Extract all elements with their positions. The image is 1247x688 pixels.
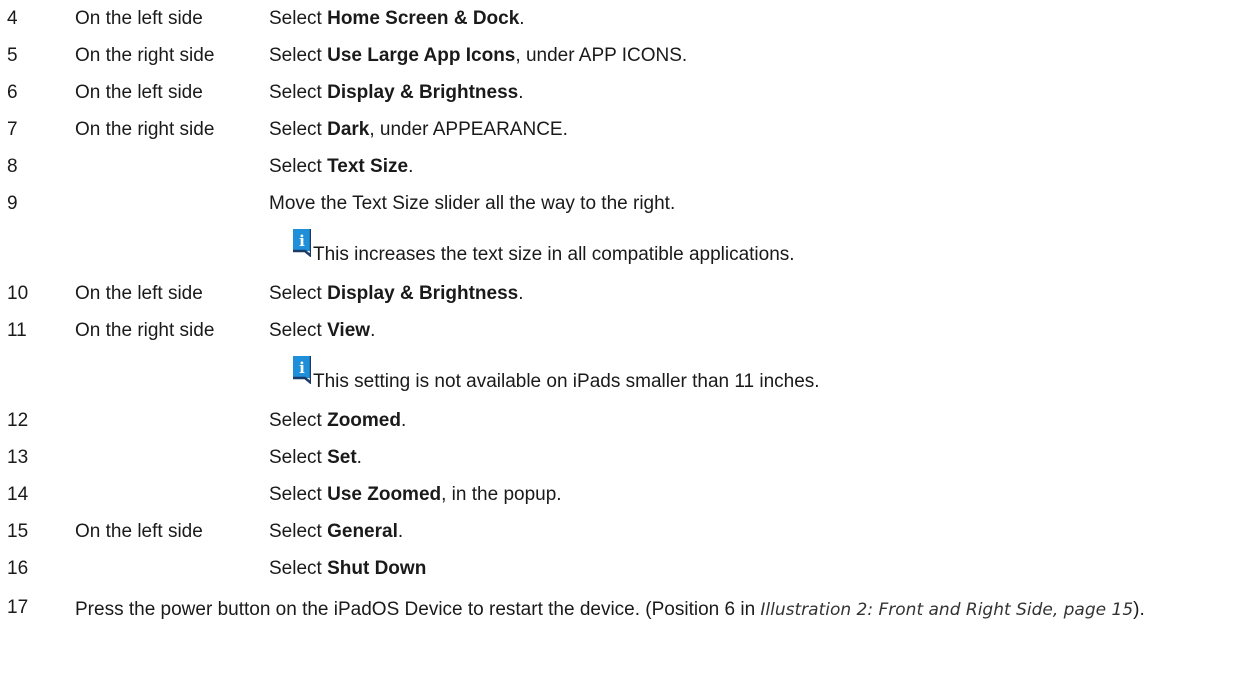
cross-reference-link[interactable]: Illustration 2: Front and Right Side, pa… bbox=[760, 600, 1133, 620]
step-number: 17 bbox=[7, 597, 29, 618]
step-instruction: Select Home Screen & Dock. bbox=[269, 8, 525, 29]
step-row: 10 On the left side Select Display & Bri… bbox=[0, 275, 1247, 312]
step-number: 16 bbox=[7, 558, 29, 579]
step-row: 5 On the right side Select Use Large App… bbox=[0, 37, 1247, 74]
step-side: On the left side bbox=[75, 283, 203, 304]
svg-text:i: i bbox=[299, 359, 305, 377]
step-number: 14 bbox=[7, 484, 29, 505]
step-instruction: Select Text Size. bbox=[269, 156, 414, 177]
step-row: 11 On the right side Select View. bbox=[0, 312, 1247, 349]
step-side: On the left side bbox=[75, 82, 203, 103]
step-instruction: Select Display & Brightness. bbox=[269, 283, 524, 304]
step-number: 13 bbox=[7, 447, 29, 468]
step-instruction: Select View. bbox=[269, 320, 376, 341]
step-side: On the left side bbox=[75, 8, 203, 29]
step-row: 4 On the left side Select Home Screen & … bbox=[0, 0, 1247, 37]
step-instruction: Select Shut Down bbox=[269, 558, 427, 579]
step-number: 9 bbox=[7, 193, 18, 214]
step-instruction: Select Display & Brightness. bbox=[269, 82, 524, 103]
step-number: 7 bbox=[7, 119, 18, 140]
step-instruction: Select Dark, under APPEARANCE. bbox=[269, 119, 568, 140]
note-text: This setting is not available on iPads s… bbox=[313, 371, 820, 392]
step-row: 15 On the left side Select General. bbox=[0, 513, 1247, 550]
step-row: 8 Select Text Size. bbox=[0, 148, 1247, 185]
step-side: On the right side bbox=[75, 320, 215, 341]
step-instruction: Press the power button on the iPadOS Dev… bbox=[75, 599, 1145, 620]
step-row: 7 On the right side Select Dark, under A… bbox=[0, 111, 1247, 148]
step-side: On the right side bbox=[75, 119, 215, 140]
step-instruction: Select Zoomed. bbox=[269, 410, 407, 431]
step-number: 5 bbox=[7, 45, 18, 66]
step-number: 8 bbox=[7, 156, 18, 177]
step-row: 6 On the left side Select Display & Brig… bbox=[0, 74, 1247, 111]
step-number: 4 bbox=[7, 8, 18, 29]
step-row: 13 Select Set. bbox=[0, 439, 1247, 476]
note-text: This increases the text size in all comp… bbox=[313, 244, 795, 265]
info-icon: i bbox=[293, 356, 313, 386]
step-number: 11 bbox=[7, 320, 27, 341]
step-side: On the left side bbox=[75, 521, 203, 542]
svg-text:i: i bbox=[299, 232, 305, 250]
step-instruction: Move the Text Size slider all the way to… bbox=[269, 193, 676, 214]
info-note: i This setting is not available on iPads… bbox=[0, 349, 1247, 402]
step-instruction: Select Use Zoomed, in the popup. bbox=[269, 484, 562, 505]
step-number: 10 bbox=[7, 283, 29, 304]
info-note: i This increases the text size in all co… bbox=[0, 222, 1247, 275]
step-side: On the right side bbox=[75, 45, 215, 66]
step-row: 9 Move the Text Size slider all the way … bbox=[0, 185, 1247, 222]
step-instruction: Select Set. bbox=[269, 447, 362, 468]
step-row: 17 Press the power button on the iPadOS … bbox=[0, 587, 1247, 657]
step-instruction: Select Use Large App Icons, under APP IC… bbox=[269, 45, 688, 66]
info-icon: i bbox=[293, 229, 313, 259]
step-row: 16 Select Shut Down bbox=[0, 550, 1247, 587]
step-row: 12 Select Zoomed. bbox=[0, 402, 1247, 439]
instruction-steps: 4 On the left side Select Home Screen & … bbox=[0, 0, 1247, 657]
step-number: 12 bbox=[7, 410, 29, 431]
step-row: 14 Select Use Zoomed, in the popup. bbox=[0, 476, 1247, 513]
step-number: 15 bbox=[7, 521, 29, 542]
step-number: 6 bbox=[7, 82, 18, 103]
step-instruction: Select General. bbox=[269, 521, 404, 542]
